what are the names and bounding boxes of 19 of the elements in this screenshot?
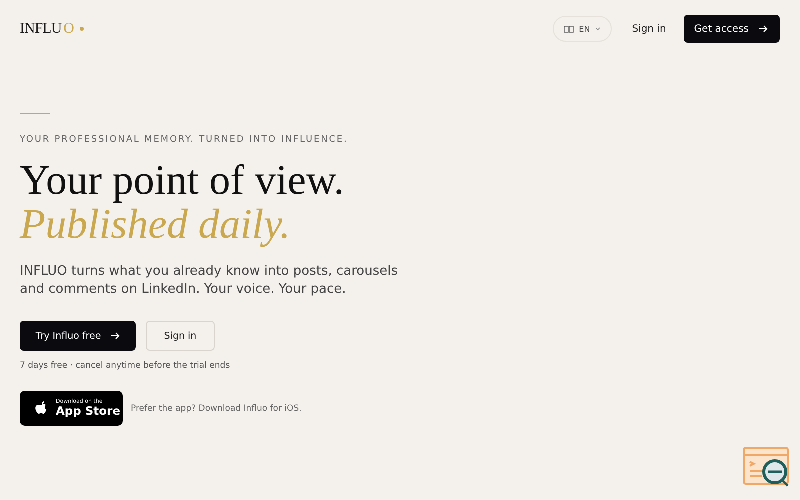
apple-icon <box>35 400 49 416</box>
flag-icon <box>564 26 574 32</box>
try-free-button[interactable]: Try Influo free <box>20 321 136 351</box>
sign-in-button[interactable]: Sign in <box>146 321 215 351</box>
headline: Your point of view. <box>20 159 344 203</box>
chevron-down-icon <box>595 27 602 31</box>
language-selector[interactable]: EN <box>553 16 612 42</box>
app-note: Prefer the app? Download Influo for iOS. <box>131 404 302 414</box>
sign-in-link[interactable]: Sign in <box>622 18 676 40</box>
logo[interactable]: INFLUO <box>20 20 84 38</box>
language-label: EN <box>579 24 590 34</box>
description: INFLUO turns what you already know into posts, carousels and comments on LinkedIn. Your voice. Your pace. <box>20 263 400 299</box>
eyebrow-text: YOUR PROFESSIONAL MEMORY. TURNED INTO INFLUENCE. <box>20 135 348 145</box>
arrow-right-icon <box>759 25 768 33</box>
trial-note: 7 days free · cancel anytime before the trial ends <box>20 361 230 371</box>
store-name: App Store <box>56 405 121 418</box>
arrow-right-icon <box>111 332 120 340</box>
headline-accent: Published daily. <box>20 203 291 247</box>
get-access-button[interactable]: Get access <box>684 15 780 43</box>
